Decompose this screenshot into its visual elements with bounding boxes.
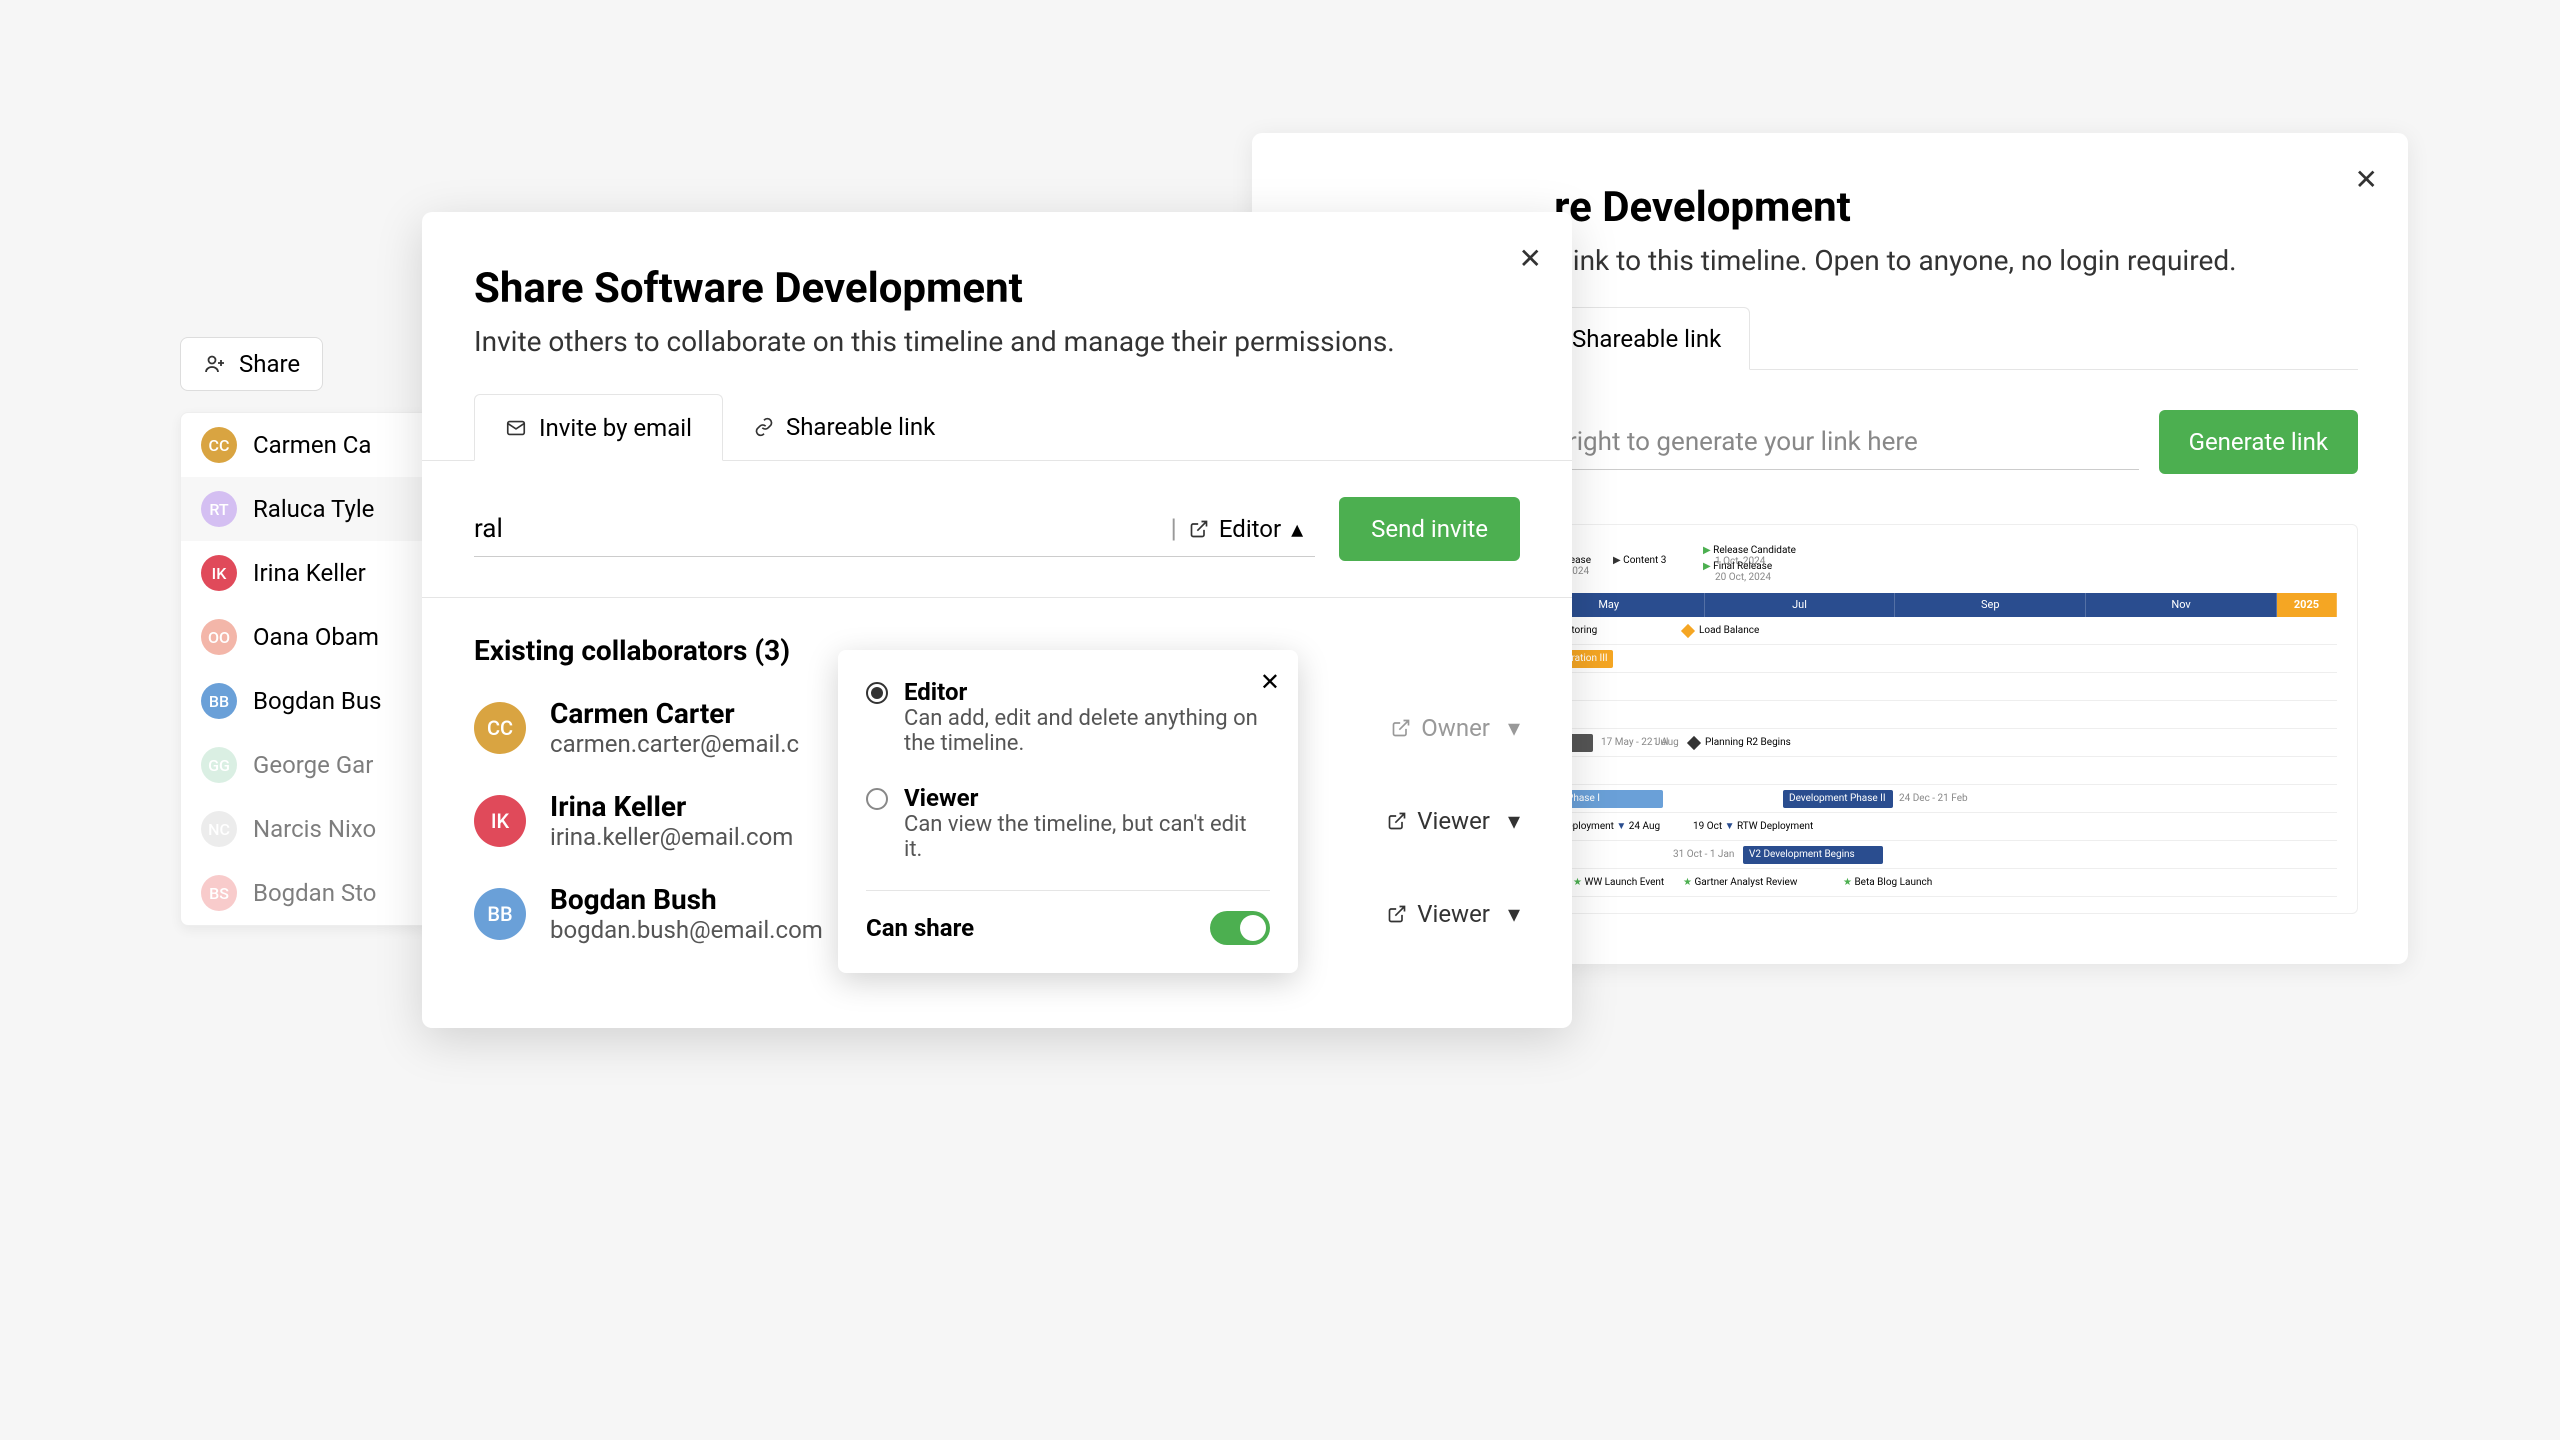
- avatar: RT: [201, 491, 237, 527]
- role-option-editor[interactable]: Editor Can add, edit and delete anything…: [866, 678, 1270, 756]
- contact-name: Bogdan Sto: [253, 879, 376, 907]
- contact-name: Bogdan Bus: [253, 687, 381, 715]
- avatar: GG: [201, 747, 237, 783]
- external-link-icon: [1387, 811, 1407, 831]
- generate-link-button[interactable]: Generate link: [2159, 410, 2358, 474]
- chevron-up-icon: ▴: [1291, 515, 1303, 543]
- role-popover: ✕ Editor Can add, edit and delete anythi…: [838, 650, 1298, 973]
- close-icon[interactable]: ✕: [1519, 242, 1542, 275]
- share-button[interactable]: Share: [180, 337, 323, 391]
- role-option-viewer[interactable]: Viewer Can view the timeline, but can't …: [866, 784, 1270, 862]
- contact-name: Carmen Ca: [253, 431, 371, 459]
- avatar: OO: [201, 619, 237, 655]
- person-plus-icon: [203, 352, 227, 376]
- contact-name: Raluca Tyle: [253, 495, 374, 523]
- share-button-label: Share: [239, 350, 300, 378]
- envelope-icon: [505, 417, 527, 439]
- link-icon: [754, 417, 774, 437]
- modal-title: Share Software Development: [474, 264, 1520, 313]
- can-share-label: Can share: [866, 914, 974, 942]
- close-icon[interactable]: ✕: [1260, 668, 1280, 696]
- radio-unchecked-icon: [866, 788, 888, 810]
- external-link-icon: [1387, 904, 1407, 924]
- collaborator-role-selector[interactable]: Viewer▾: [1387, 807, 1520, 835]
- avatar: IK: [474, 795, 526, 847]
- can-share-toggle[interactable]: [1210, 911, 1270, 945]
- avatar: BB: [201, 683, 237, 719]
- avatar: IK: [201, 555, 237, 591]
- contact-name: Irina Keller: [253, 559, 366, 587]
- avatar: CC: [201, 427, 237, 463]
- contact-name: George Gar: [253, 751, 373, 779]
- avatar: BS: [201, 875, 237, 911]
- avatar: NC: [201, 811, 237, 847]
- radio-checked-icon: [866, 682, 888, 704]
- avatar: BB: [474, 888, 526, 940]
- external-link-icon: [1391, 718, 1411, 738]
- invite-email-input[interactable]: [474, 514, 1175, 544]
- contact-name: Narcis Nixo: [253, 815, 376, 843]
- send-invite-button[interactable]: Send invite: [1339, 497, 1520, 561]
- external-link-icon: [1189, 519, 1209, 539]
- avatar: CC: [474, 702, 526, 754]
- modal-subtitle: Invite others to collaborate on this tim…: [474, 325, 1520, 358]
- close-icon[interactable]: ✕: [2355, 163, 2378, 196]
- tab-shareable-link[interactable]: Shareable link: [723, 394, 966, 460]
- collaborator-role-selector[interactable]: Owner▾: [1391, 714, 1520, 742]
- role-selector[interactable]: Editor ▴: [1177, 515, 1315, 543]
- tab-invite-by-email[interactable]: Invite by email: [474, 394, 723, 461]
- contact-name: Oana Obam: [253, 623, 379, 651]
- collaborator-role-selector[interactable]: Viewer▾: [1387, 900, 1520, 928]
